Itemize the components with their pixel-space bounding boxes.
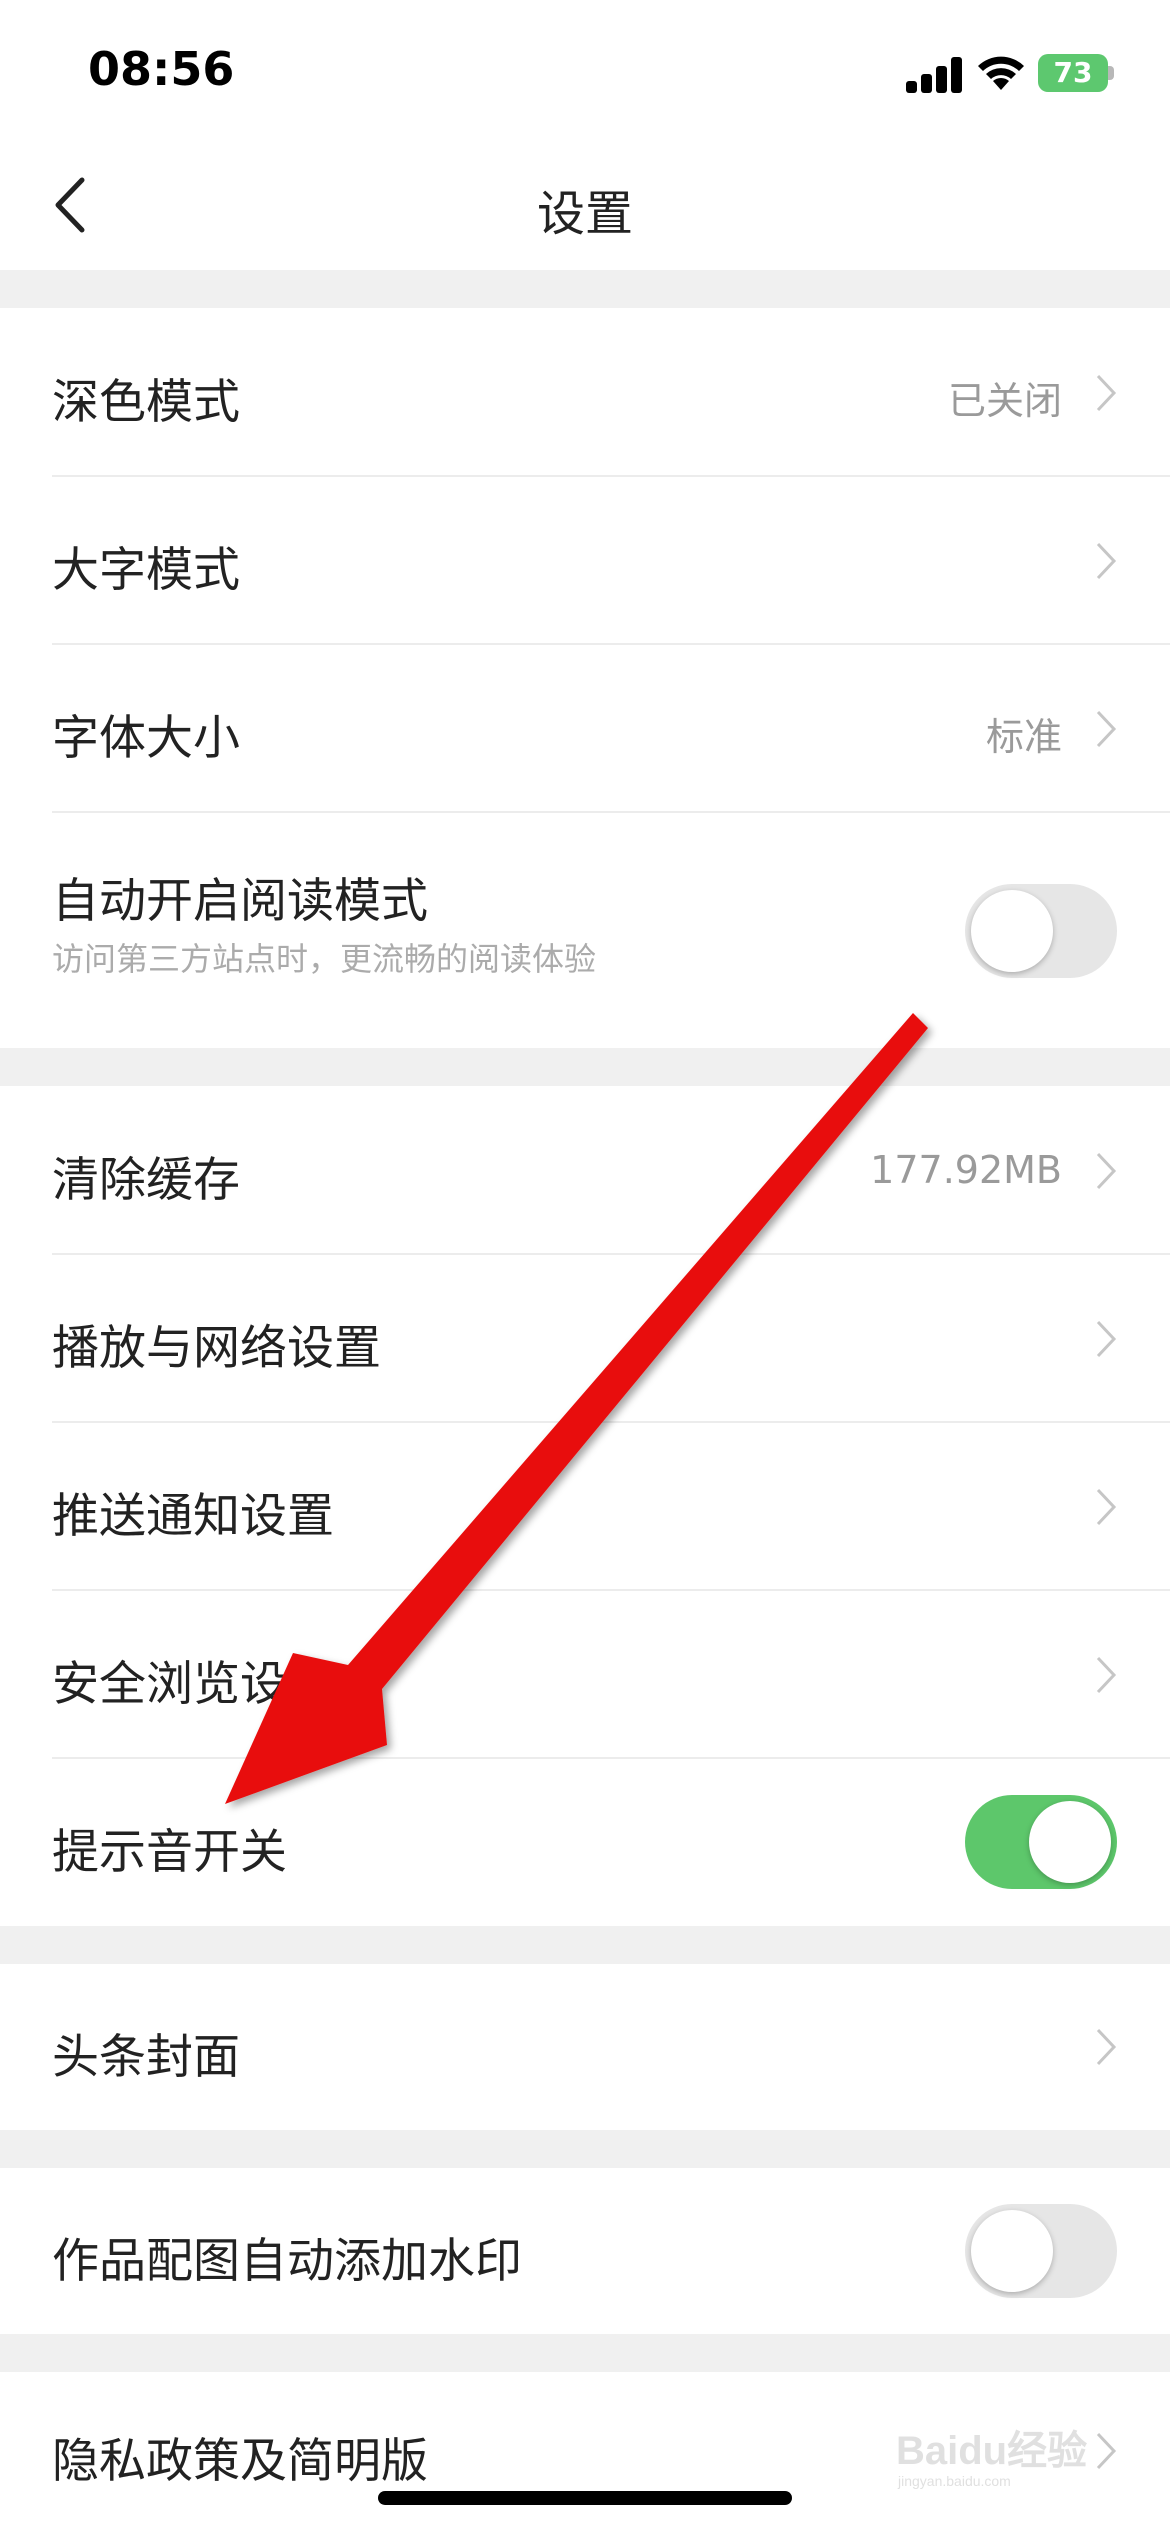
status-bar: 08:56 73 <box>0 0 1170 140</box>
setting-row-notification-sound: 提示音开关 <box>0 1758 1170 1926</box>
auto-reading-mode-toggle[interactable] <box>965 884 1117 978</box>
toggle-knob <box>971 890 1053 972</box>
battery-level: 73 <box>1053 56 1093 89</box>
setting-value: 标准 <box>985 715 1062 759</box>
cellular-signal-icon <box>906 57 964 93</box>
setting-row-auto-watermark: 作品配图自动添加水印 <box>0 2168 1170 2334</box>
svg-text:Baidu经验: Baidu经验 <box>896 2429 1087 2473</box>
setting-label: 播放与网络设置 <box>52 1321 381 1376</box>
chevron-right-icon <box>1096 374 1117 412</box>
wifi-icon <box>978 56 1024 90</box>
settings-group-display: 深色模式 已关闭 大字模式 字体大小 标准 自动开启阅读模式 访问第三方站点时，… <box>0 308 1170 1048</box>
baidu-jingyan-watermark: Baidu经验 jingyan.baidu.com <box>896 2429 1087 2489</box>
battery-tip <box>1108 66 1114 80</box>
setting-label: 清除缓存 <box>52 1153 240 1208</box>
setting-label: 推送通知设置 <box>52 1489 334 1544</box>
setting-row-clear-cache[interactable]: 清除缓存 177.92MB <box>0 1086 1170 1254</box>
auto-watermark-toggle[interactable] <box>965 2204 1117 2298</box>
settings-group-watermark: 作品配图自动添加水印 <box>0 2168 1170 2334</box>
chevron-right-icon <box>1096 710 1117 748</box>
chevron-right-icon <box>1096 1488 1117 1526</box>
setting-label: 深色模式 <box>52 375 240 430</box>
setting-label: 头条封面 <box>52 2030 240 2085</box>
setting-label: 提示音开关 <box>52 1825 287 1880</box>
navigation-bar: 设置 <box>0 140 1170 270</box>
setting-value: 已关闭 <box>947 379 1062 423</box>
toggle-knob <box>971 2210 1053 2292</box>
setting-label: 自动开启阅读模式 <box>52 874 428 929</box>
chevron-right-icon <box>1096 1152 1117 1190</box>
setting-row-push-notifications[interactable]: 推送通知设置 <box>0 1422 1170 1590</box>
setting-row-playback-network[interactable]: 播放与网络设置 <box>0 1254 1170 1422</box>
chevron-right-icon <box>1096 542 1117 580</box>
setting-label: 隐私政策及简明版 <box>52 2434 428 2489</box>
setting-label: 安全浏览设置 <box>52 1657 334 1712</box>
toggle-knob <box>1029 1801 1111 1883</box>
setting-row-safe-browsing[interactable]: 安全浏览设置 <box>0 1590 1170 1758</box>
chevron-right-icon <box>1096 1320 1117 1358</box>
home-indicator <box>378 2491 792 2505</box>
svg-text:jingyan.baidu.com: jingyan.baidu.com <box>897 2473 1011 2489</box>
setting-row-large-text[interactable]: 大字模式 <box>0 476 1170 644</box>
settings-group-general: 清除缓存 177.92MB 播放与网络设置 推送通知设置 安全浏览设置 提示音开… <box>0 1086 1170 1926</box>
cache-size-value: 177.92MB <box>870 1148 1062 1192</box>
setting-row-headline-cover[interactable]: 头条封面 <box>0 1964 1170 2130</box>
chevron-right-icon <box>1096 2028 1117 2066</box>
setting-label: 作品配图自动添加水印 <box>52 2234 522 2289</box>
status-time: 08:56 <box>88 42 235 96</box>
page-title: 设置 <box>536 186 633 242</box>
setting-subtitle: 访问第三方站点时，更流畅的阅读体验 <box>52 940 597 978</box>
setting-row-dark-mode[interactable]: 深色模式 已关闭 <box>0 308 1170 476</box>
settings-group-cover: 头条封面 <box>0 1964 1170 2130</box>
setting-label: 字体大小 <box>52 711 240 766</box>
setting-label: 大字模式 <box>52 543 240 598</box>
setting-row-auto-reading-mode: 自动开启阅读模式 访问第三方站点时，更流畅的阅读体验 <box>0 812 1170 1048</box>
notification-sound-toggle[interactable] <box>965 1795 1117 1889</box>
setting-row-font-size[interactable]: 字体大小 标准 <box>0 644 1170 812</box>
chevron-right-icon <box>1096 1656 1117 1694</box>
